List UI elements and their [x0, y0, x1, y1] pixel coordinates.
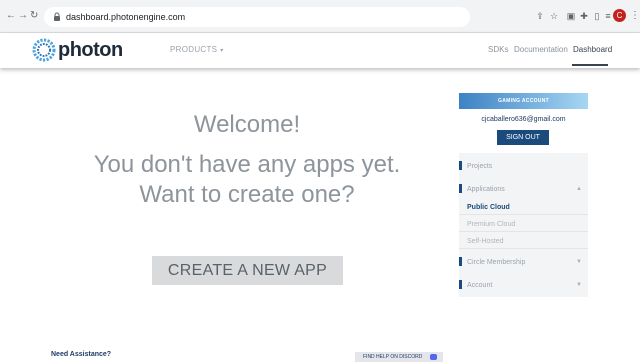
profile-avatar[interactable]: C	[613, 9, 626, 22]
projects-label: Projects	[467, 163, 493, 170]
account-box: cjcaballero636@gmail.com SIGN OUT	[459, 109, 588, 153]
create-new-app-button[interactable]: CREATE A NEW APP	[152, 256, 343, 285]
photon-logo-icon	[32, 38, 56, 62]
circle-membership-label: Circle Membership	[467, 259, 526, 266]
sidebar-item-premium-cloud[interactable]: Premium Cloud	[459, 216, 588, 232]
no-apps-line-2: Want to create one?	[139, 181, 355, 208]
nav-sdks[interactable]: SDKs	[488, 45, 508, 55]
extension-icon[interactable]: ▣	[564, 9, 578, 23]
chevron-down-icon: ▼	[576, 282, 582, 288]
premium-cloud-label: Premium Cloud	[467, 221, 516, 228]
url-text: dashboard.photonengine.com	[66, 12, 186, 22]
back-icon[interactable]: ←	[6, 10, 16, 22]
section-marker	[459, 280, 462, 289]
nav-documentation[interactable]: Documentation	[514, 45, 568, 55]
products-menu[interactable]: PRODUCTS ▾	[170, 45, 224, 56]
lock-icon	[54, 12, 60, 21]
share-icon[interactable]: ⇪	[533, 9, 547, 23]
products-label: PRODUCTS	[170, 45, 218, 54]
sidebar-item-public-cloud[interactable]: Public Cloud	[459, 199, 588, 215]
discord-help-label: FIND HELP ON DISCORD	[363, 354, 423, 360]
applications-label: Applications	[467, 186, 505, 193]
reload-icon[interactable]: ↻	[30, 10, 38, 22]
sidebar-item-self-hosted[interactable]: Self-Hosted	[459, 233, 588, 249]
section-marker	[459, 184, 462, 193]
account-label: Account	[467, 282, 493, 289]
forward-icon[interactable]: →	[18, 10, 28, 22]
public-cloud-label: Public Cloud	[467, 204, 510, 211]
sign-out-button[interactable]: SIGN OUT	[497, 130, 549, 145]
menu-icon[interactable]: ⋮	[630, 9, 640, 23]
star-icon[interactable]: ☆	[547, 9, 561, 23]
section-marker	[459, 257, 462, 266]
logo-text: photon	[58, 39, 123, 61]
chevron-down-icon: ▼	[576, 259, 582, 265]
no-apps-message: You don't have any apps yet. Want to cre…	[80, 150, 414, 210]
need-assistance-heading: Need Assistance?	[51, 351, 112, 358]
photon-logo[interactable]: photon	[32, 37, 123, 63]
nav-dashboard[interactable]: Dashboard	[573, 45, 612, 55]
site-header: photon PRODUCTS ▾ SDKs Documentation Dash…	[0, 33, 640, 68]
browser-chrome: ← → ↻ dashboard.photonengine.com ⇪ ☆ ▣ ✚…	[0, 0, 640, 33]
puzzle-icon[interactable]: ✚	[577, 9, 591, 23]
discord-icon	[430, 354, 437, 360]
sidebar-item-applications[interactable]: Applications ▲	[459, 181, 588, 197]
sidebar-item-projects[interactable]: Projects	[459, 158, 588, 174]
discord-help-button[interactable]: FIND HELP ON DISCORD	[355, 352, 443, 362]
self-hosted-label: Self-Hosted	[467, 238, 504, 245]
no-apps-line-1: You don't have any apps yet.	[93, 151, 401, 178]
account-sidebar: GAMING ACCOUNT cjcaballero636@gmail.com …	[459, 93, 588, 297]
chevron-up-icon: ▲	[576, 186, 582, 192]
chevron-down-icon: ▾	[220, 48, 224, 54]
address-bar[interactable]: dashboard.photonengine.com	[44, 7, 470, 27]
welcome-heading: Welcome!	[193, 111, 301, 138]
account-email: cjcaballero636@gmail.com	[481, 116, 566, 123]
active-tab-indicator	[572, 64, 608, 66]
sidebar-item-circle-membership[interactable]: Circle Membership ▼	[459, 254, 588, 270]
sidebar-item-account[interactable]: Account ▼	[459, 277, 588, 293]
gaming-account-header: GAMING ACCOUNT	[459, 93, 588, 109]
section-marker	[459, 161, 462, 170]
